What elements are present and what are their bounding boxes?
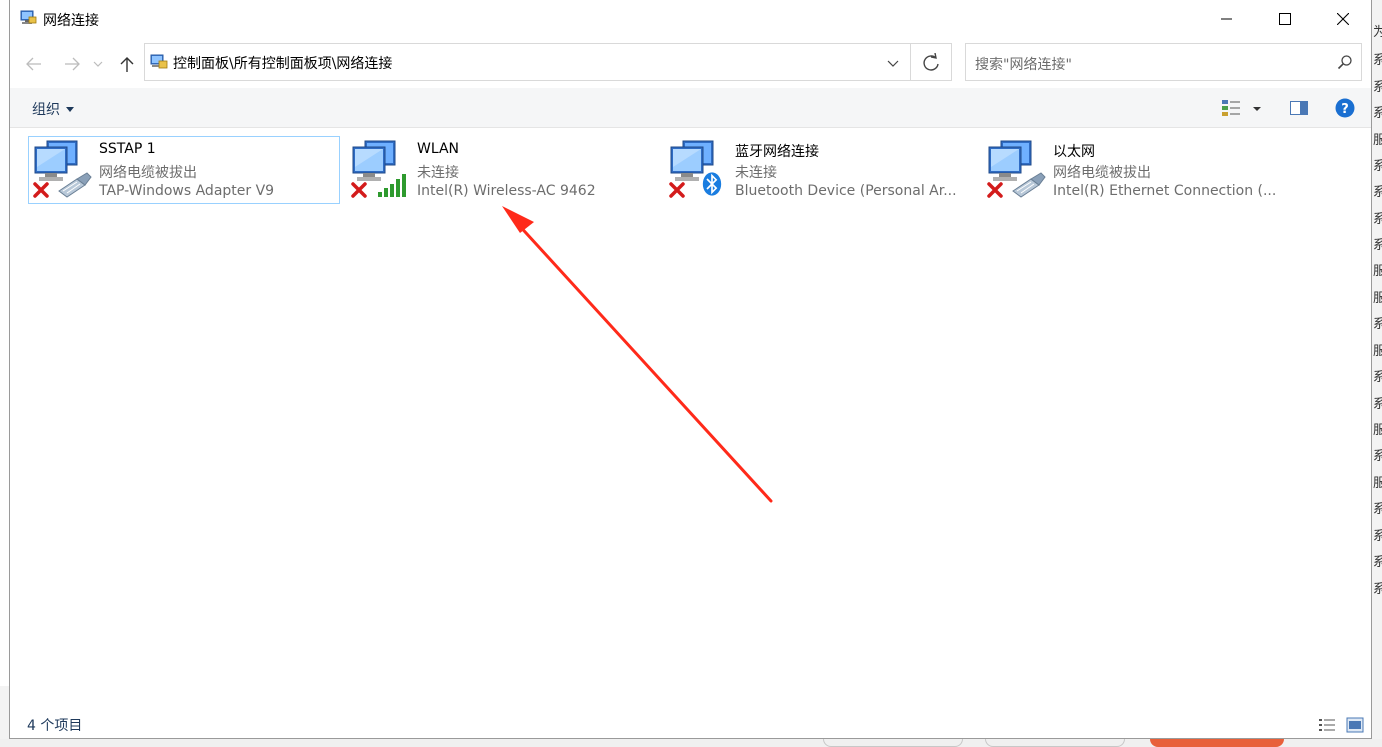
bg-char: 服 (1373, 133, 1382, 148)
bg-char: 系 (1373, 159, 1382, 174)
bg-char: 系 (1373, 106, 1382, 121)
address-dropdown-icon[interactable] (885, 55, 901, 71)
bg-char: 为 (1373, 25, 1382, 40)
file-list: SSTAP 1 网络电缆被拔出 TAP-Windows Adapter V9 W… (10, 128, 1371, 703)
bg-char: 服 (1373, 291, 1382, 306)
wifi-signal-icon (378, 174, 406, 197)
bg-char: 系 (1373, 53, 1382, 68)
search-input[interactable]: 搜索"网络连接" (975, 54, 1072, 74)
background-arc (823, 739, 963, 747)
network-connections-icon (20, 10, 37, 24)
bg-char: 系 (1373, 185, 1382, 200)
control-panel-icon (150, 54, 168, 69)
connection-name: SSTAP 1 (99, 141, 156, 157)
bg-char: 系 (1373, 582, 1382, 597)
status-bar: 4 个项目 (10, 703, 1371, 739)
connection-device: Intel(R) Wireless-AC 9462 (417, 183, 596, 199)
connection-item-wlan[interactable]: WLAN 未连接 Intel(R) Wireless-AC 9462 (346, 136, 658, 204)
disconnected-x-icon (669, 182, 685, 198)
ethernet-cable-icon (1012, 172, 1046, 198)
bg-char: 系 (1373, 502, 1382, 517)
close-button[interactable] (1314, 0, 1372, 38)
close-icon (1337, 13, 1349, 25)
connection-name: 以太网 (1053, 144, 1095, 160)
organize-button[interactable]: 组织 (32, 99, 74, 119)
explorer-window: 网络连接 控制面板\所有控制面板项\网络连接 搜索"网络连接" 组织 ? SST… (9, 0, 1372, 739)
minimize-button[interactable] (1198, 0, 1256, 38)
details-view-icon[interactable] (1318, 717, 1336, 733)
disconnected-x-icon (351, 182, 367, 198)
forward-arrow-icon (65, 57, 80, 71)
bg-char: 系 (1373, 449, 1382, 464)
bg-char: 系 (1373, 238, 1382, 253)
connection-name: WLAN (417, 141, 460, 157)
preview-pane-icon[interactable] (1289, 98, 1309, 118)
bg-char: 系 (1373, 80, 1382, 95)
up-arrow-icon (120, 57, 134, 72)
bg-char: 服 (1373, 264, 1382, 279)
connection-name: 蓝牙网络连接 (735, 144, 819, 160)
back-arrow-icon (26, 57, 41, 71)
disconnected-x-icon (33, 182, 49, 198)
connection-status: 未连接 (417, 165, 459, 181)
up-button[interactable] (114, 52, 140, 76)
bluetooth-icon (702, 172, 722, 196)
svg-text:?: ? (1341, 102, 1349, 117)
dropdown-triangle-icon (66, 106, 74, 112)
bg-char: 系 (1373, 370, 1382, 385)
large-icons-view-icon[interactable] (1346, 717, 1364, 733)
bg-char: 服 (1373, 423, 1382, 438)
bg-char: 系 (1373, 212, 1382, 227)
bg-char: 系 (1373, 555, 1382, 570)
forward-button[interactable] (59, 52, 85, 76)
item-count: 4 个项目 (27, 718, 83, 734)
more-views-dropdown-icon[interactable] (1250, 98, 1264, 118)
help-icon[interactable]: ? (1335, 98, 1355, 118)
background-orange-button (1150, 739, 1284, 747)
ethernet-cable-icon (58, 172, 92, 198)
connection-status: 网络电缆被拔出 (99, 165, 197, 181)
bg-char: 系 (1373, 317, 1382, 332)
organize-label: 组织 (32, 102, 60, 118)
background-right-strip: 为 系 系 系 服 系 系 系 系 服 服 系 服 系 系 服 系 服 系 系 … (1372, 0, 1382, 747)
background-left-strip (0, 686, 9, 739)
refresh-icon[interactable] (921, 53, 941, 73)
address-path[interactable]: 控制面板\所有控制面板项\网络连接 (173, 53, 392, 73)
bg-char: 系 (1373, 529, 1382, 544)
chevron-down-icon (93, 61, 103, 67)
connection-device: Bluetooth Device (Personal Ar... (735, 183, 957, 199)
connection-status: 未连接 (735, 165, 777, 181)
bg-char: 服 (1373, 344, 1382, 359)
maximize-button[interactable] (1256, 0, 1314, 38)
address-bar[interactable]: 控制面板\所有控制面板项\网络连接 (144, 43, 952, 81)
bg-char: 服 (1373, 476, 1382, 491)
minimize-icon (1221, 18, 1232, 20)
connection-item-bluetooth[interactable]: 蓝牙网络连接 未连接 Bluetooth Device (Personal Ar… (664, 136, 976, 204)
disconnected-x-icon (987, 182, 1003, 198)
search-icon[interactable] (1337, 54, 1353, 70)
title-bar[interactable]: 网络连接 (10, 0, 1371, 38)
command-bar: 组织 ? (10, 88, 1371, 128)
connection-device: TAP-Windows Adapter V9 (99, 183, 275, 199)
bg-char: 系 (1373, 397, 1382, 412)
change-view-icon[interactable] (1221, 98, 1241, 118)
address-divider (910, 44, 911, 80)
connection-item-sstap[interactable]: SSTAP 1 网络电缆被拔出 TAP-Windows Adapter V9 (28, 136, 340, 204)
connection-device: Intel(R) Ethernet Connection (... (1053, 183, 1277, 199)
back-button[interactable] (21, 52, 47, 76)
window-title: 网络连接 (43, 13, 99, 29)
search-box[interactable]: 搜索"网络连接" (965, 43, 1362, 81)
connection-item-ethernet[interactable]: 以太网 网络电缆被拔出 Intel(R) Ethernet Connection… (982, 136, 1294, 204)
background-arc (985, 739, 1125, 747)
recent-locations-button[interactable] (90, 52, 106, 76)
maximize-icon (1279, 13, 1291, 25)
connection-status: 网络电缆被拔出 (1053, 165, 1151, 181)
